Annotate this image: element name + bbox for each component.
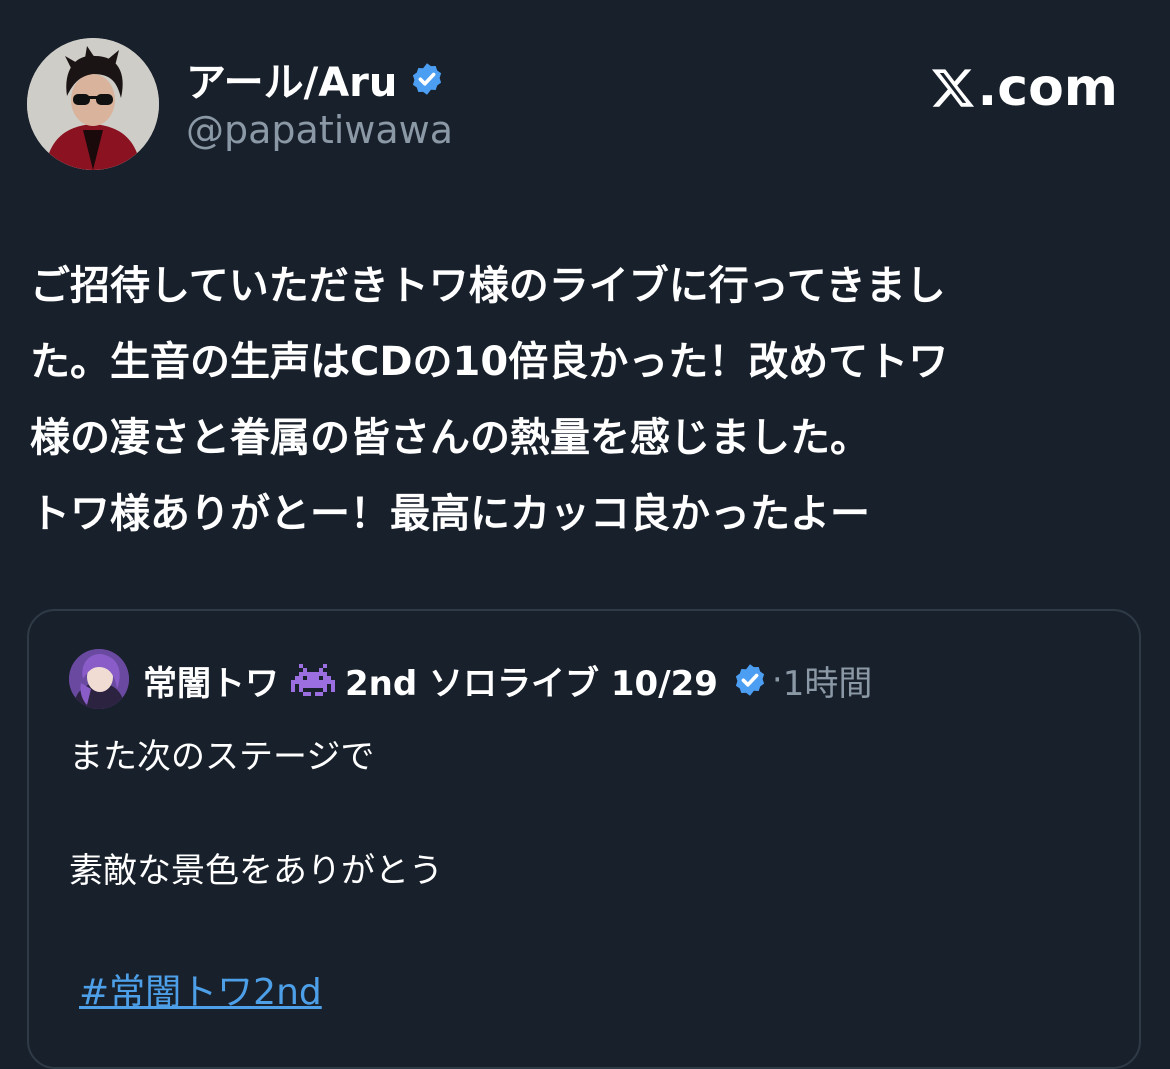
brand-domain: .com xyxy=(977,58,1119,118)
quoted-display-name[interactable]: 常闇トワ xyxy=(143,656,279,705)
quoted-tweet-card[interactable]: 常闇トワ 2nd ソロライブ 10/29 · 1時間 また次のステージで 素敵な… xyxy=(27,609,1141,1069)
avatar-photo xyxy=(27,38,159,170)
author-handle[interactable]: @papatiwawa xyxy=(186,108,453,152)
quoted-separator: · xyxy=(771,660,783,700)
x-logo-icon xyxy=(931,69,974,107)
quoted-timestamp[interactable]: 1時間 xyxy=(783,656,873,705)
tweet-line: トワ様ありがとー！最高にカッコ良かったよー xyxy=(30,491,870,537)
author-display-name[interactable]: アール/Aru xyxy=(186,50,397,108)
space-invader-icon xyxy=(291,664,335,696)
author-avatar[interactable] xyxy=(27,38,159,170)
tweet-line: た。生音の生声はCDの10倍良かった！改めてトワ xyxy=(30,339,949,385)
verified-badge-icon xyxy=(413,63,442,95)
quoted-text-line: また次のステージで xyxy=(69,737,375,777)
tweet-text: ご招待していただきトワ様のライブに行ってきまし た。生音の生声はCDの10倍良か… xyxy=(30,248,1140,552)
brand-watermark: .com xyxy=(930,58,1119,118)
tweet-line: ご招待していただきトワ様のライブに行ってきまし xyxy=(30,263,946,309)
tweet-line: 様の凄さと眷属の皆さんの熱量を感じました。 xyxy=(30,415,870,461)
author-display-name-row[interactable]: アール/Aru xyxy=(186,50,445,108)
quoted-name-suffix[interactable]: 2nd ソロライブ 10/29 xyxy=(345,656,718,705)
quoted-avatar-image xyxy=(69,649,129,709)
quoted-hashtag-link[interactable]: #常闇トワ2nd xyxy=(79,963,322,1015)
verified-badge-icon xyxy=(735,664,765,696)
quoted-text-line: 素敵な景色をありがとう xyxy=(69,851,443,891)
quoted-header: 常闇トワ 2nd ソロライブ 10/29 · 1時間 xyxy=(143,655,872,705)
quoted-author-avatar[interactable] xyxy=(69,649,129,709)
